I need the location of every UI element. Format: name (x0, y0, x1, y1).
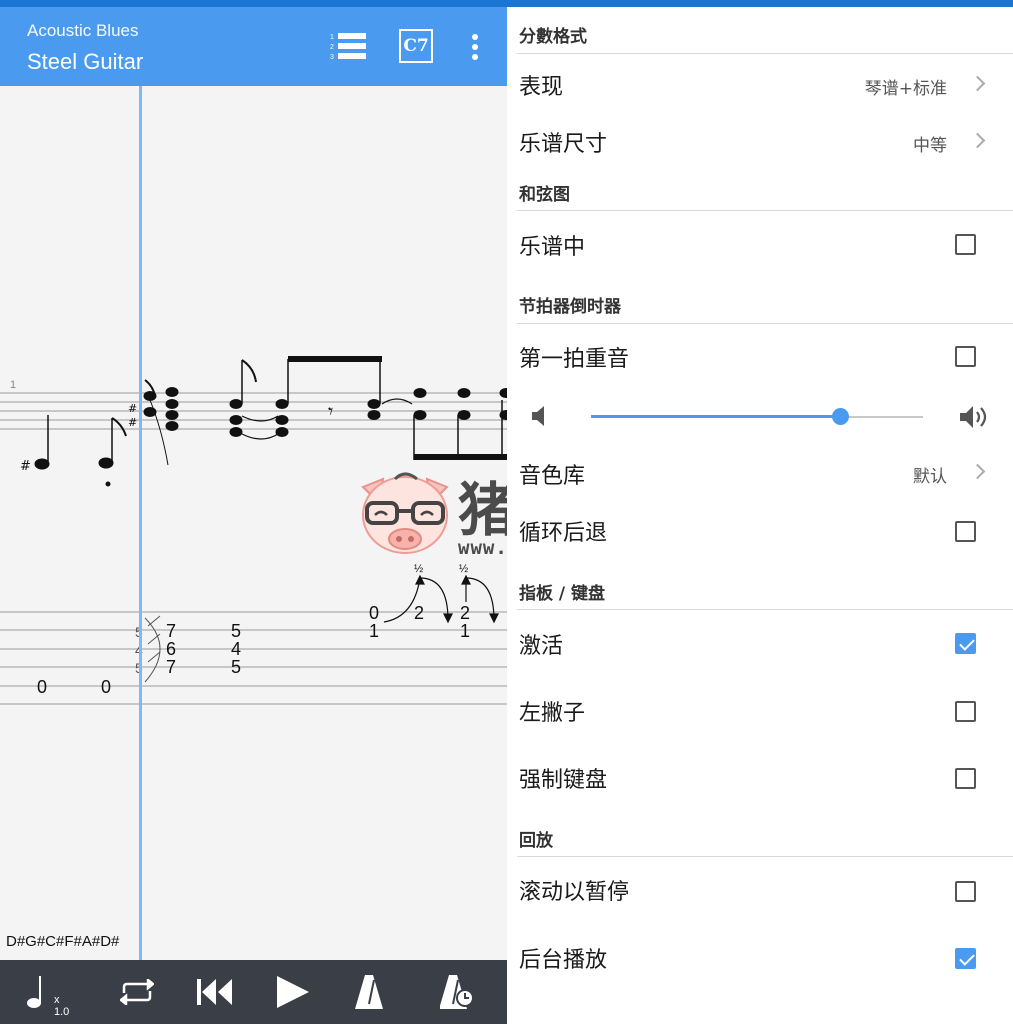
tab-fret: 7 (166, 621, 176, 641)
in-score-checkbox[interactable] (955, 234, 976, 255)
row-score-size-value: 中等 (913, 136, 947, 156)
measure-number: 1 (10, 379, 16, 391)
notation-notes: # # # 𝄾 (20, 356, 507, 487)
bend-arrows (383, 574, 499, 624)
volume-slider-fill (591, 415, 840, 418)
row-force-keyboard[interactable]: 强制键盘 (507, 745, 1013, 811)
metronome-timer-icon[interactable] (432, 968, 482, 1016)
chevron-right-icon (969, 132, 986, 149)
svg-text:𝄾: 𝄾 (328, 399, 333, 423)
numbered-list-icon[interactable]: 1 2 3 (330, 31, 368, 67)
chord-c7-icon[interactable]: C7 (399, 29, 433, 63)
loop-back-checkbox[interactable] (955, 521, 976, 542)
svg-text:1: 1 (330, 34, 334, 41)
row-scroll-pause[interactable]: 滚动以暂停 (507, 857, 1013, 923)
scroll-pause-checkbox[interactable] (955, 881, 976, 902)
playback-toolbar: x 1.0 (0, 960, 507, 1024)
row-accent-first[interactable]: 第一拍重音 (507, 324, 1013, 386)
svg-text:2: 2 (330, 44, 334, 51)
app-bar: Acoustic Blues Steel Guitar 1 2 3 C7 (0, 7, 507, 86)
section-chord-diagram: 和弦图 (519, 185, 570, 205)
row-display-label: 表现 (519, 75, 564, 100)
tab-fret: 2 (414, 603, 424, 623)
status-stripe (507, 0, 1013, 7)
repeat-icon[interactable] (112, 968, 162, 1016)
left-handed-checkbox[interactable] (955, 701, 976, 722)
svg-text:#: # (20, 459, 31, 474)
score-viewer: Acoustic Blues Steel Guitar 1 2 3 C7 1 #… (0, 0, 507, 1024)
skip-back-icon[interactable] (190, 968, 240, 1016)
accent-first-checkbox[interactable] (955, 346, 976, 367)
note-speed-icon[interactable]: x 1.0 (14, 968, 69, 1018)
background-play-checkbox[interactable] (955, 948, 976, 969)
svg-text:#: # (128, 416, 137, 429)
row-sound-bank[interactable]: 音色库 默认 (507, 444, 1013, 498)
notation-staff (0, 392, 507, 430)
tab-fret: 0 (369, 603, 379, 623)
row-left-handed[interactable]: 左撇子 (507, 678, 1013, 744)
chevron-right-icon (969, 75, 986, 92)
section-playback: 回放 (519, 831, 553, 851)
row-sound-bank-value: 默认 (913, 467, 947, 487)
section-fretboard: 指板 / 键盘 (519, 584, 606, 604)
tab-fret: 6 (166, 639, 176, 659)
tab-fret: 0 (37, 677, 47, 697)
chord-icon-label: C7 (403, 36, 429, 56)
volume-slider-thumb[interactable] (832, 408, 849, 425)
row-loop-back-label: 循环后退 (519, 521, 608, 546)
row-score-size-label: 乐谱尺寸 (519, 132, 608, 157)
bend-amount: ½ (414, 563, 423, 575)
row-activate-label: 激活 (519, 634, 564, 659)
row-in-score-label: 乐谱中 (519, 235, 586, 260)
row-sound-bank-label: 音色库 (519, 464, 586, 489)
row-background-play-label: 后台播放 (519, 948, 608, 973)
row-accent-first-label: 第一拍重音 (519, 347, 630, 372)
score-canvas[interactable]: 1 # # # 𝄾 0 0 7 6 7 5 4 5 0 1 2 2 1 ½ ½ (0, 86, 507, 960)
volume-high-icon (959, 404, 989, 434)
track-subtitle: Acoustic Blues (27, 21, 139, 40)
tab-staff (0, 611, 507, 705)
tuning-label: D#G#C#F#A#D# (6, 933, 120, 950)
tab-fret: 2 (460, 603, 470, 623)
track-title[interactable]: Steel Guitar (27, 49, 143, 75)
tab-fret: 7 (166, 657, 176, 677)
activate-checkbox[interactable] (955, 633, 976, 654)
tab-fret: 0 (101, 677, 111, 697)
play-icon[interactable] (268, 968, 318, 1016)
volume-low-icon (531, 405, 547, 431)
svg-text:3: 3 (330, 54, 334, 61)
row-in-score[interactable]: 乐谱中 (507, 211, 1013, 277)
tab-fret: 1 (369, 621, 379, 641)
bend-amount: ½ (459, 563, 468, 575)
settings-panel: 分數格式 表现 琴谱+标准 乐谱尺寸 中等 和弦图 乐谱中 节拍器倒时器 第一拍… (507, 0, 1013, 1024)
svg-text:#: # (128, 402, 137, 415)
metronome-icon[interactable] (344, 968, 394, 1016)
more-vert-icon[interactable] (470, 33, 480, 65)
section-score-format: 分數格式 (519, 27, 587, 47)
row-score-size[interactable]: 乐谱尺寸 中等 (507, 112, 1013, 170)
status-stripe (0, 0, 507, 7)
row-loop-back[interactable]: 循环后退 (507, 500, 1013, 562)
row-display-value: 琴谱+标准 (864, 79, 947, 99)
row-left-handed-label: 左撇子 (519, 701, 586, 726)
tab-fret: 4 (231, 639, 241, 659)
tab-fret: 5 (231, 621, 241, 641)
force-keyboard-checkbox[interactable] (955, 768, 976, 789)
speed-label: x 1.0 (54, 994, 70, 1018)
row-force-keyboard-label: 强制键盘 (519, 768, 608, 793)
tab-fret: 1 (460, 621, 470, 641)
playback-cursor[interactable] (139, 86, 142, 960)
row-activate[interactable]: 激活 (507, 610, 1013, 676)
tab-fret: 5 (231, 657, 241, 677)
row-display[interactable]: 表现 琴谱+标准 (507, 54, 1013, 112)
chevron-right-icon (969, 463, 986, 480)
row-background-play[interactable]: 后台播放 (507, 925, 1013, 991)
row-scroll-pause-label: 滚动以暂停 (519, 880, 630, 905)
section-metronome: 节拍器倒时器 (519, 297, 621, 317)
